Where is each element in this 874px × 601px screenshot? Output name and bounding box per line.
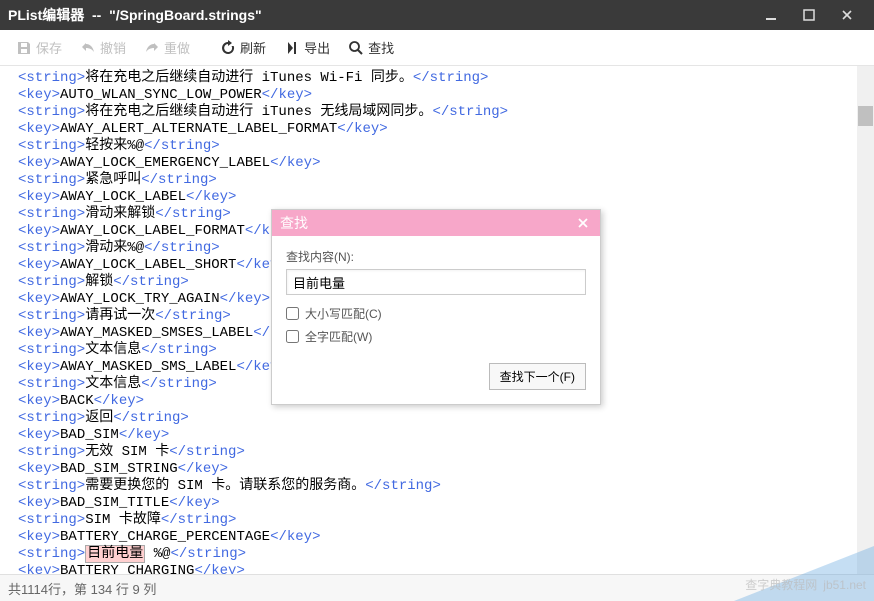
save-icon <box>16 40 32 56</box>
refresh-icon <box>220 40 236 56</box>
code-line[interactable]: <key>BAD_SIM</key> <box>18 427 839 444</box>
toolbar: 保存 撤销 重做 刷新 导出 查找 <box>0 30 874 66</box>
window-titlebar: PList编辑器 -- "/SpringBoard.strings" <box>0 0 874 30</box>
find-dialog: 查找 查找内容(N): 大小写匹配(C) 全字匹配(W) 查找下一个(F) <box>271 209 601 405</box>
export-button[interactable]: 导出 <box>276 34 338 61</box>
find-dialog-titlebar[interactable]: 查找 <box>272 210 600 236</box>
search-icon <box>348 40 364 56</box>
code-line[interactable]: <string>轻按来%@</string> <box>18 138 839 155</box>
maximize-button[interactable] <box>790 0 828 30</box>
code-line[interactable]: <string>需要更换您的 SIM 卡。请联系您的服务商。</string> <box>18 478 839 495</box>
code-line[interactable]: <key>AWAY_LOCK_LABEL</key> <box>18 189 839 206</box>
whole-word-checkbox[interactable]: 全字匹配(W) <box>286 328 586 345</box>
minimize-button[interactable] <box>752 0 790 30</box>
code-line[interactable]: <key>BAD_SIM_TITLE</key> <box>18 495 839 512</box>
find-dialog-title: 查找 <box>280 213 574 233</box>
code-line[interactable]: <string>紧急呼叫</string> <box>18 172 839 189</box>
status-text: 共1114行，第 134 行 9 列 <box>8 579 156 598</box>
redo-icon <box>144 40 160 56</box>
code-line[interactable]: <key>BATTERY_CHARGING</key> <box>18 563 839 574</box>
undo-button[interactable]: 撤销 <box>72 34 134 61</box>
case-match-checkbox[interactable]: 大小写匹配(C) <box>286 305 586 322</box>
close-button[interactable] <box>828 0 866 30</box>
save-button[interactable]: 保存 <box>8 34 70 61</box>
code-line[interactable]: <string>目前电量 %@</string> <box>18 546 839 563</box>
code-line[interactable]: <key>AWAY_ALERT_ALTERNATE_LABEL_FORMAT</… <box>18 121 839 138</box>
code-line[interactable]: <key>AUTO_WLAN_SYNC_LOW_POWER</key> <box>18 87 839 104</box>
code-line[interactable]: <key>BAD_SIM_STRING</key> <box>18 461 839 478</box>
code-line[interactable]: <key>AWAY_LOCK_EMERGENCY_LABEL</key> <box>18 155 839 172</box>
find-button[interactable]: 查找 <box>340 34 402 61</box>
vertical-scrollbar[interactable] <box>857 66 874 574</box>
code-line[interactable]: <string>无效 SIM 卡</string> <box>18 444 839 461</box>
close-icon <box>577 217 589 229</box>
find-next-button[interactable]: 查找下一个(F) <box>489 363 586 390</box>
scrollbar-thumb[interactable] <box>858 106 873 126</box>
code-line[interactable]: <key>BATTERY_CHARGE_PERCENTAGE</key> <box>18 529 839 546</box>
redo-button[interactable]: 重做 <box>136 34 198 61</box>
find-dialog-close-button[interactable] <box>574 214 592 232</box>
code-line[interactable]: <string>返回</string> <box>18 410 839 427</box>
find-input[interactable] <box>286 269 586 295</box>
export-icon <box>284 40 300 56</box>
undo-icon <box>80 40 96 56</box>
refresh-button[interactable]: 刷新 <box>212 34 274 61</box>
code-line[interactable]: <string>SIM 卡故障</string> <box>18 512 839 529</box>
find-input-label: 查找内容(N): <box>286 248 586 265</box>
code-line[interactable]: <string>将在充电之后继续自动进行 iTunes 无线局域网同步。</st… <box>18 104 839 121</box>
status-bar: 共1114行，第 134 行 9 列 <box>0 574 874 601</box>
code-line[interactable]: <string>将在充电之后继续自动进行 iTunes Wi-Fi 同步。</s… <box>18 70 839 87</box>
window-title: PList编辑器 -- "/SpringBoard.strings" <box>8 5 752 25</box>
